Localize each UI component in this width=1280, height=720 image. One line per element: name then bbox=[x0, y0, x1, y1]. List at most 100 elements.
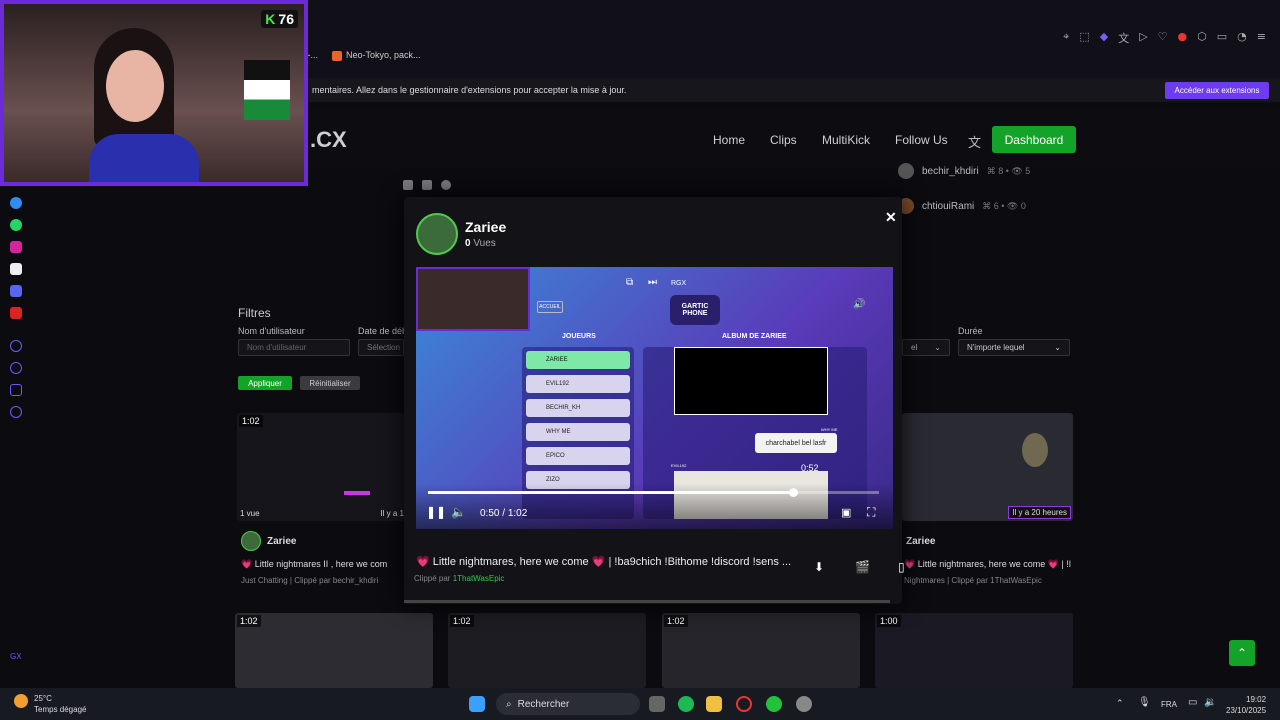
nav-clips[interactable]: Clips bbox=[770, 133, 797, 147]
language-indicator[interactable]: FRA bbox=[1161, 700, 1177, 709]
card-title[interactable]: 💗 Little nightmares II , here we com bbox=[241, 559, 387, 570]
discord-icon[interactable] bbox=[422, 180, 432, 190]
settings-icon[interactable] bbox=[10, 406, 22, 418]
player-controls-shade bbox=[416, 483, 893, 529]
dashboard-button[interactable]: Dashboard bbox=[992, 126, 1076, 153]
card-username[interactable]: Zariee bbox=[906, 536, 935, 547]
instagram-rail-icon[interactable] bbox=[10, 241, 22, 253]
bookmark-neo-tokyo[interactable]: Neo-Tokyo, pack... bbox=[332, 50, 421, 61]
messenger-icon[interactable] bbox=[10, 197, 22, 209]
extensions-icon[interactable] bbox=[10, 384, 22, 396]
screenshot-icon[interactable]: ⬚ bbox=[1079, 30, 1089, 46]
side-user-item[interactable]: chtiouiRami ⌘ 6 • 👁 0 bbox=[898, 198, 1026, 214]
menu-icon[interactable]: ≡ bbox=[1257, 30, 1266, 46]
progress-bar[interactable] bbox=[428, 488, 879, 497]
skip-icon[interactable]: ⏭ bbox=[648, 277, 657, 288]
player-icon[interactable] bbox=[10, 340, 22, 352]
spotify-icon[interactable] bbox=[678, 696, 694, 712]
mute-icon[interactable]: 🔈 bbox=[451, 505, 466, 519]
clip-thumbnail[interactable]: 1:00 bbox=[875, 613, 1073, 688]
browser-side-rail: GX bbox=[0, 170, 32, 680]
nav-multikick[interactable]: MultiKick bbox=[822, 133, 870, 147]
pip-icon[interactable]: ⧉ bbox=[626, 277, 633, 288]
extension-badge-icon[interactable]: ● bbox=[1178, 30, 1188, 46]
shield-icon[interactable]: ◆ bbox=[1100, 30, 1108, 46]
duration-label: Durée bbox=[958, 326, 983, 336]
profile-icon[interactable]: ◔ bbox=[1237, 30, 1247, 46]
sort-select[interactable]: el ⌄ bbox=[902, 339, 950, 356]
card-username[interactable]: Zariee bbox=[267, 536, 296, 547]
app-icon[interactable] bbox=[766, 696, 782, 712]
opera-gx-icon[interactable] bbox=[736, 696, 752, 712]
windows-start-icon[interactable] bbox=[469, 696, 485, 712]
reset-button[interactable]: Réinitialiser bbox=[300, 376, 360, 390]
access-extensions-button[interactable]: Accéder aux extensions bbox=[1165, 82, 1269, 99]
weather-widget[interactable]: 25°C Temps dégagé bbox=[34, 693, 86, 715]
translate-toolbar-icon[interactable]: 文 bbox=[1118, 30, 1129, 46]
clipper-link[interactable]: 1ThatWasEpic bbox=[453, 574, 505, 583]
clip-thumbnail[interactable]: 1:02 1 vue Il y a 1 bbox=[237, 413, 404, 521]
tray-chevron-icon[interactable]: ⌃ bbox=[1116, 698, 1124, 709]
date-select[interactable]: Sélection bbox=[358, 339, 404, 356]
apply-button[interactable]: Appliquer bbox=[238, 376, 292, 390]
avatar bbox=[898, 163, 914, 179]
gx-label[interactable]: GX bbox=[10, 652, 22, 661]
clip-age: Il y a 1 bbox=[380, 509, 404, 518]
heart-icon[interactable]: ♡ bbox=[1158, 30, 1168, 46]
tiktok-icon[interactable] bbox=[10, 263, 22, 275]
side-user-stats: ⌘ 6 • 👁 0 bbox=[982, 200, 1026, 211]
avatar[interactable] bbox=[416, 213, 458, 255]
gartic-logo: GARTIC PHONE bbox=[670, 295, 720, 325]
translate-icon[interactable]: 文 bbox=[968, 132, 981, 151]
username-input[interactable]: Nom d'utilisateur bbox=[238, 339, 350, 356]
chevron-down-icon: ⌄ bbox=[1054, 343, 1061, 352]
instagram-icon[interactable] bbox=[403, 180, 413, 190]
pin-icon[interactable]: ⌖ bbox=[1063, 30, 1069, 46]
site-logo[interactable]: .CX bbox=[310, 127, 347, 153]
clip-thumbnail[interactable]: Il y a 20 heures bbox=[902, 413, 1073, 521]
network-icon[interactable]: ▭ bbox=[1188, 697, 1197, 708]
card-title[interactable]: 💗 Little nightmares, here we come 💗 | !l bbox=[904, 559, 1071, 570]
file-explorer-icon[interactable] bbox=[706, 696, 722, 712]
clip-age: Il y a 20 heures bbox=[1008, 506, 1071, 519]
weather-icon[interactable] bbox=[14, 694, 28, 708]
clip-thumbnail[interactable]: 1:02 bbox=[662, 613, 860, 688]
clip-thumbnail[interactable]: 1:02 bbox=[448, 613, 646, 688]
clapper-icon[interactable]: 🎬 bbox=[855, 560, 870, 574]
modal-username[interactable]: Zariee bbox=[465, 219, 506, 235]
miniplayer-icon[interactable]: ▣ bbox=[841, 506, 851, 519]
duration-badge: 1:02 bbox=[450, 615, 474, 627]
taskbar-search[interactable]: ⌕ Rechercher bbox=[496, 693, 640, 715]
video-player[interactable]: GARTIC PHONE ACCUEIL ⧉ ⏭ RGX 🔊 JOUEURS A… bbox=[416, 267, 893, 529]
accueil-button[interactable]: ACCUEIL bbox=[537, 301, 563, 313]
discord-rail-icon[interactable] bbox=[10, 285, 22, 297]
flow-icon[interactable]: ⬡ bbox=[1197, 30, 1207, 46]
close-icon[interactable]: ✕ bbox=[885, 209, 897, 226]
nav-follow-us[interactable]: Follow Us bbox=[895, 133, 948, 147]
send-icon[interactable]: ▷ bbox=[1139, 30, 1147, 46]
download-icon[interactable]: ⬇ bbox=[814, 560, 824, 574]
whatsapp-icon[interactable] bbox=[10, 219, 22, 231]
chrome-icon[interactable] bbox=[796, 696, 812, 712]
nav-home[interactable]: Home bbox=[713, 133, 745, 147]
share-icon[interactable]: ▯ bbox=[898, 560, 905, 574]
gx-corner-icon[interactable] bbox=[10, 307, 22, 319]
fullscreen-icon[interactable]: ⛶ bbox=[867, 505, 875, 520]
microphone-icon[interactable]: 🎙 bbox=[1138, 697, 1151, 708]
clip-thumbnail[interactable]: 1:02 bbox=[235, 613, 433, 688]
modal-scrollbar[interactable] bbox=[404, 600, 890, 603]
side-user-item[interactable]: bechir_khdiri ⌘ 8 • 👁 5 bbox=[898, 163, 1030, 179]
facebook-icon[interactable] bbox=[441, 180, 451, 190]
wallet-icon[interactable]: ▭ bbox=[1217, 30, 1227, 46]
task-view-icon[interactable] bbox=[649, 696, 665, 712]
history-icon[interactable] bbox=[10, 362, 22, 374]
username-label: Nom d'utilisateur bbox=[238, 326, 305, 336]
duration-select[interactable]: N'importe lequel ⌄ bbox=[958, 339, 1070, 356]
taskbar-clock[interactable]: 19:02 23/10/2025 bbox=[1226, 694, 1266, 716]
scroll-to-top-button[interactable]: ⌃ bbox=[1229, 640, 1255, 666]
chat-bubble: charchabel bel lasfr bbox=[755, 433, 837, 453]
volume-icon[interactable]: 🔊 bbox=[853, 299, 865, 310]
volume-tray-icon[interactable]: 🔉 bbox=[1204, 697, 1216, 708]
avatar[interactable] bbox=[241, 531, 261, 551]
pause-icon[interactable]: ❚❚ bbox=[426, 505, 446, 519]
